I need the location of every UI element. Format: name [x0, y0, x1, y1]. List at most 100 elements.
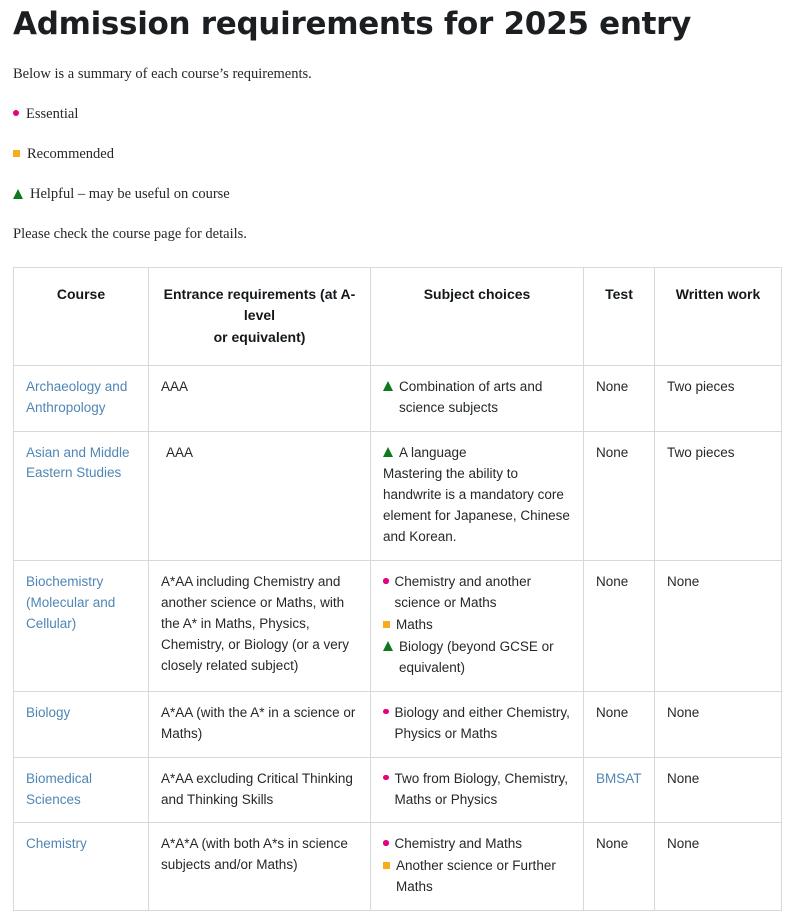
helpful-triangle-icon [13, 189, 23, 199]
table-header: Course Entrance requirements (at A-level… [14, 267, 782, 365]
helpful-triangle-icon [383, 447, 393, 457]
cell-entrance-requirements: AAA [149, 365, 371, 431]
essential-dot-icon [13, 110, 19, 116]
cell-test: None [584, 561, 655, 692]
cell-course: Archaeology and Anthropology [14, 365, 149, 431]
course-link[interactable]: Archaeology and Anthropology [26, 379, 127, 415]
subject-requirement-text: Chemistry and Maths [395, 834, 572, 855]
essential-dot-icon [383, 840, 389, 846]
column-header-entrance-line1: Entrance requirements (at A-level [164, 286, 356, 324]
cell-written-work: None [655, 561, 782, 692]
cell-entrance-requirements: A*AA excluding Critical Thinking and Thi… [149, 757, 371, 823]
test-value: None [596, 705, 628, 720]
cell-entrance-requirements: A*A*A (with both A*s in science subjects… [149, 823, 371, 911]
column-header-entrance-line2: or equivalent) [214, 329, 306, 345]
page-container: Admission requirements for 2025 entry Be… [0, 6, 791, 911]
cell-entrance-requirements: A*AA (with the A* in a science or Maths) [149, 691, 371, 757]
table-header-row: Course Entrance requirements (at A-level… [14, 267, 782, 365]
cell-test: BMSAT [584, 757, 655, 823]
cell-entrance-requirements: AAA [149, 431, 371, 561]
cell-course: Biomedical Sciences [14, 757, 149, 823]
table-row: Asian and Middle Eastern StudiesAAAA lan… [14, 431, 782, 561]
test-value: None [596, 574, 628, 589]
subject-requirement-item: Maths [383, 615, 571, 636]
subject-requirement-item: Two from Biology, Chemistry, Maths or Ph… [383, 769, 571, 811]
subject-requirement-text: Combination of arts and science subjects [399, 377, 571, 419]
outro-text: Please check the course page for details… [13, 224, 781, 245]
table-row: Archaeology and Anthropology AAA Combinati… [14, 365, 782, 431]
legend-label-essential: Essential [26, 104, 78, 125]
subject-requirement-item: Another science or Further Maths [383, 856, 571, 898]
cell-subject-choices: Combination of arts and science subjects [371, 365, 584, 431]
column-header-subject-choices: Subject choices [371, 267, 584, 365]
course-link[interactable]: Asian and Middle Eastern Studies [26, 445, 130, 481]
essential-dot-icon [383, 578, 389, 584]
table-row: Biology A*AA (with the A* in a science or… [14, 691, 782, 757]
course-link[interactable]: Chemistry [26, 836, 87, 851]
cell-written-work: None [655, 691, 782, 757]
cell-course: Biology [14, 691, 149, 757]
cell-written-work: None [655, 757, 782, 823]
page-title: Admission requirements for 2025 entry [13, 6, 781, 43]
cell-subject-choices: Two from Biology, Chemistry, Maths or Ph… [371, 757, 584, 823]
cell-test: None [584, 691, 655, 757]
cell-subject-choices: Chemistry and another science or MathsMa… [371, 561, 584, 692]
essential-dot-icon [383, 709, 389, 715]
legend-item-recommended: Recommended [13, 144, 781, 165]
subject-requirement-text: Another science or Further Maths [396, 856, 571, 898]
subject-requirement-item: A language [383, 443, 571, 464]
cell-subject-choices: A languageMastering the ability to handw… [371, 431, 584, 561]
cell-subject-choices: Chemistry and MathsAnother science or Fu… [371, 823, 584, 911]
essential-dot-icon [383, 775, 389, 781]
cell-test: None [584, 823, 655, 911]
helpful-triangle-icon [383, 641, 393, 651]
test-value: None [596, 445, 628, 460]
cell-subject-choices: Biology and either Chemistry, Physics or… [371, 691, 584, 757]
column-header-test: Test [584, 267, 655, 365]
table-row: Chemistry A*A*A (with both A*s in science… [14, 823, 782, 911]
cell-written-work: Two pieces [655, 365, 782, 431]
cell-course: Biochemistry (Molecular and Cellular) [14, 561, 149, 692]
recommended-square-icon [383, 621, 390, 628]
subject-requirement-item: Biology and either Chemistry, Physics or… [383, 703, 571, 745]
column-header-entrance-requirements: Entrance requirements (at A-level or equ… [149, 267, 371, 365]
admission-requirements-table: Course Entrance requirements (at A-level… [13, 267, 782, 911]
cell-entrance-requirements: A*AA including Chemistry and another sci… [149, 561, 371, 692]
subject-requirement-text: A language [399, 443, 571, 464]
legend-item-essential: Essential [13, 104, 781, 125]
subject-requirement-item: Combination of arts and science subjects [383, 377, 571, 419]
subject-requirement-text: Biology (beyond GCSE or equivalent) [399, 637, 571, 679]
table-row: Biochemistry (Molecular and Cellular) A*A… [14, 561, 782, 692]
cell-written-work: Two pieces [655, 431, 782, 561]
recommended-square-icon [13, 150, 20, 157]
subject-requirement-text: Two from Biology, Chemistry, Maths or Ph… [395, 769, 572, 811]
subject-requirement-text: Chemistry and another science or Maths [395, 572, 572, 614]
legend-label-recommended: Recommended [27, 144, 114, 165]
intro-text: Below is a summary of each course’s requ… [13, 64, 781, 85]
course-link[interactable]: Biology [26, 705, 70, 720]
helpful-triangle-icon [383, 381, 393, 391]
legend-label-helpful: Helpful – may be useful on course [30, 184, 230, 205]
test-value: None [596, 379, 628, 394]
subject-requirement-item: Biology (beyond GCSE or equivalent) [383, 637, 571, 679]
subject-requirement-item: Chemistry and another science or Maths [383, 572, 571, 614]
subject-requirement-text: Maths [396, 615, 571, 636]
table-body: Archaeology and Anthropology AAA Combinati… [14, 365, 782, 911]
test-value: None [596, 836, 628, 851]
column-header-written-work: Written work [655, 267, 782, 365]
subject-requirement-item: Chemistry and Maths [383, 834, 571, 855]
course-link[interactable]: Biochemistry (Molecular and Cellular) [26, 574, 115, 631]
test-link[interactable]: BMSAT [596, 771, 642, 786]
column-header-course: Course [14, 267, 149, 365]
course-link[interactable]: Biomedical Sciences [26, 771, 92, 807]
cell-test: None [584, 431, 655, 561]
cell-test: None [584, 365, 655, 431]
table-row: Biomedical Sciences A*AA excluding Critic… [14, 757, 782, 823]
subject-requirement-text: Biology and either Chemistry, Physics or… [395, 703, 572, 745]
cell-course: Chemistry [14, 823, 149, 911]
recommended-square-icon [383, 862, 390, 869]
legend-item-helpful: Helpful – may be useful on course [13, 184, 781, 205]
cell-course: Asian and Middle Eastern Studies [14, 431, 149, 561]
cell-written-work: None [655, 823, 782, 911]
subject-note: Mastering the ability to handwrite is a … [383, 464, 571, 548]
